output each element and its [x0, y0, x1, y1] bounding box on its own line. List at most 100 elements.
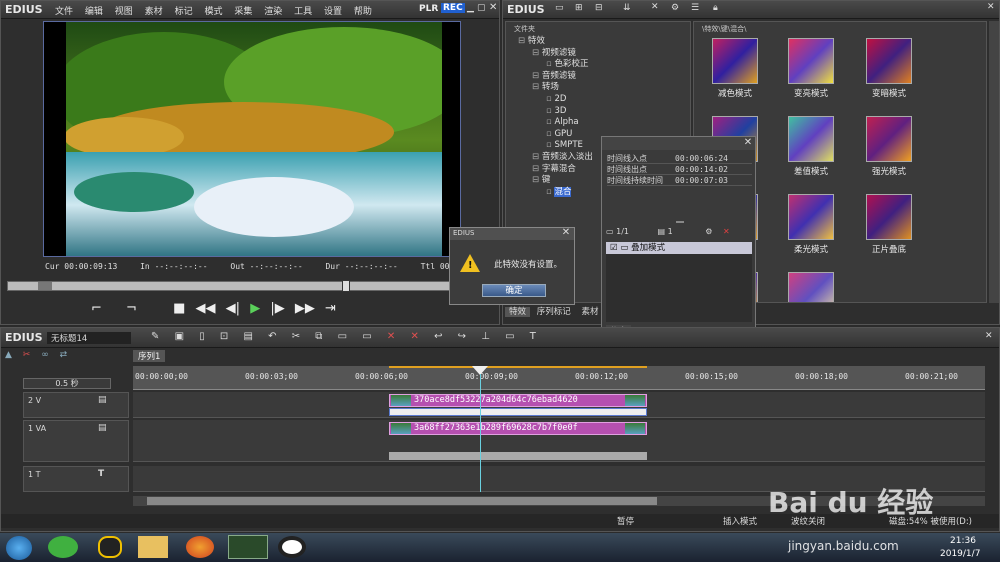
- start-button[interactable]: [6, 536, 32, 560]
- remove-icon[interactable]: ✕: [723, 227, 730, 236]
- clip-v2-mixer-bar[interactable]: [389, 408, 647, 416]
- taskbar-firefox-icon[interactable]: [186, 536, 214, 558]
- grid-scrollbar[interactable]: [989, 21, 999, 303]
- delete-gap-icon[interactable]: ✕: [410, 331, 418, 342]
- taskbar-refresh-icon[interactable]: [48, 536, 78, 558]
- tree-item[interactable]: ▫ 2D: [518, 94, 688, 106]
- scrubber-handle-left[interactable]: [38, 282, 52, 290]
- zoom-control[interactable]: 0.5 秒: [23, 378, 111, 389]
- mark-out-icon[interactable]: ¬: [126, 301, 137, 316]
- tree-item[interactable]: ⊟ 视频滤镜: [518, 48, 688, 60]
- tab-clips[interactable]: 素材: [577, 307, 602, 317]
- playback-scrubber[interactable]: [7, 280, 497, 292]
- delete-icon[interactable]: ✕: [651, 2, 659, 12]
- tree-item[interactable]: ⊟ 转场: [518, 82, 688, 94]
- copy-icon[interactable]: ⧉: [315, 331, 322, 342]
- snap-icon[interactable]: ⇄: [60, 350, 68, 360]
- ripple-icon[interactable]: ▭: [362, 331, 371, 342]
- effect-thumbnail[interactable]: [712, 38, 758, 84]
- effect-thumbnail[interactable]: [866, 38, 912, 84]
- paste-icon[interactable]: ▭: [338, 331, 347, 342]
- cut-icon[interactable]: ✂: [292, 331, 300, 342]
- menu-edit[interactable]: 编辑: [85, 7, 103, 17]
- clip-va[interactable]: 3a68ff27363e1b289f69628c7b7f0e0f: [389, 422, 647, 435]
- effect-thumbnail[interactable]: [788, 272, 834, 302]
- group-icon[interactable]: ∞: [41, 350, 49, 360]
- step-forward-icon[interactable]: |▶: [270, 301, 284, 316]
- fast-forward-icon[interactable]: ▶▶: [295, 301, 315, 316]
- open-icon[interactable]: ⊡: [220, 331, 228, 342]
- marker-icon[interactable]: ⊥: [481, 331, 490, 342]
- taskbar-folder-icon[interactable]: [138, 536, 168, 558]
- folder-icon[interactable]: ▭: [555, 3, 564, 13]
- mark-in-icon[interactable]: ⌐: [91, 301, 102, 316]
- info-close-icon[interactable]: ✕: [742, 138, 754, 149]
- audio-clip-bar[interactable]: [389, 452, 647, 460]
- text-icon[interactable]: T: [530, 331, 536, 342]
- menu-file[interactable]: 文件: [55, 7, 73, 17]
- tree-item[interactable]: ⊟ 音频滤镜: [518, 71, 688, 83]
- download-icon[interactable]: ⇊: [623, 3, 631, 13]
- scrubber-playhead[interactable]: [342, 280, 350, 292]
- tree-item[interactable]: ▫ Alpha: [518, 117, 688, 129]
- menu-tools[interactable]: 工具: [294, 7, 312, 17]
- dialog-ok-button[interactable]: 确定: [482, 284, 546, 297]
- checkbox-icon[interactable]: ☑: [610, 243, 618, 253]
- timeline-close-icon[interactable]: ✕: [985, 331, 993, 341]
- menu-capture[interactable]: 采集: [234, 7, 252, 17]
- stop-icon[interactable]: ■: [173, 301, 185, 316]
- rec-button[interactable]: REC: [441, 3, 465, 13]
- restore-icon[interactable]: ▢: [477, 3, 486, 13]
- loop-icon[interactable]: ⇥: [325, 301, 336, 316]
- menu-help[interactable]: 帮助: [354, 7, 372, 17]
- hscroll-thumb[interactable]: [147, 497, 657, 505]
- plr-button[interactable]: PLR: [419, 4, 438, 14]
- link-icon[interactable]: ✂: [23, 350, 31, 360]
- track-header-v2[interactable]: 2 V ▤: [23, 392, 129, 418]
- taskbar-record-icon[interactable]: [278, 536, 306, 558]
- effect-thumbnail[interactable]: [788, 38, 834, 84]
- settings-icon[interactable]: ⚙: [671, 3, 679, 13]
- taskbar-edius-icon[interactable]: [228, 535, 268, 559]
- lock-icon[interactable]: 🔒︎: [713, 3, 718, 13]
- play-icon[interactable]: ▶: [250, 301, 260, 316]
- effect-thumbnail[interactable]: [788, 194, 834, 240]
- menu-mode[interactable]: 模式: [204, 7, 222, 17]
- clip-v2[interactable]: 370ace8df53227a204d64c76ebad4620: [389, 394, 647, 407]
- tree-icon[interactable]: ⊞: [575, 3, 583, 13]
- tab-sequence-markers[interactable]: 序列标记: [533, 307, 575, 317]
- menu-clip[interactable]: 素材: [145, 7, 163, 17]
- close-icon[interactable]: ✕: [489, 2, 497, 13]
- track-mode-icon[interactable]: ▲: [5, 350, 12, 360]
- minimize-icon[interactable]: ▁: [467, 3, 474, 13]
- step-back-icon[interactable]: ◀|: [226, 301, 240, 316]
- taskbar-qq-icon[interactable]: [98, 536, 122, 558]
- audio-icon[interactable]: ▭: [505, 331, 514, 342]
- tree-item[interactable]: ▫ 3D: [518, 106, 688, 118]
- effect-thumbnail[interactable]: [866, 116, 912, 162]
- menu-settings[interactable]: 设置: [324, 7, 342, 17]
- back-icon[interactable]: ↩: [434, 331, 442, 342]
- layout-icon[interactable]: ⊟: [595, 3, 603, 13]
- camera-icon[interactable]: ▣: [175, 331, 184, 342]
- menu-view[interactable]: 视图: [115, 7, 133, 17]
- track-header-va[interactable]: 1 VA ▤: [23, 420, 129, 462]
- tree-item[interactable]: ▫ 色彩校正: [518, 59, 688, 71]
- new-icon[interactable]: ✎: [151, 331, 159, 342]
- effect-thumbnail[interactable]: [788, 116, 834, 162]
- tab-effects[interactable]: 特效: [505, 307, 531, 317]
- undo-icon[interactable]: ↶: [268, 331, 276, 342]
- document-icon[interactable]: ▯: [199, 331, 205, 342]
- effects-close-icon[interactable]: ✕: [987, 2, 995, 12]
- sequence-tab[interactable]: 序列1: [133, 350, 166, 362]
- menu-render[interactable]: 渲染: [264, 7, 282, 17]
- settings-icon[interactable]: ⚙: [705, 227, 712, 236]
- effect-list-item[interactable]: ☑ ▭ 叠加模式: [606, 242, 752, 254]
- menu-marker[interactable]: 标记: [175, 7, 193, 17]
- list-icon[interactable]: ☰: [691, 3, 699, 13]
- rewind-icon[interactable]: ◀◀: [196, 301, 216, 316]
- track-header-t1[interactable]: 1 T T: [23, 466, 129, 492]
- dialog-close-icon[interactable]: ✕: [560, 228, 572, 239]
- forward-icon[interactable]: ↪: [458, 331, 466, 342]
- effect-thumbnail[interactable]: [866, 194, 912, 240]
